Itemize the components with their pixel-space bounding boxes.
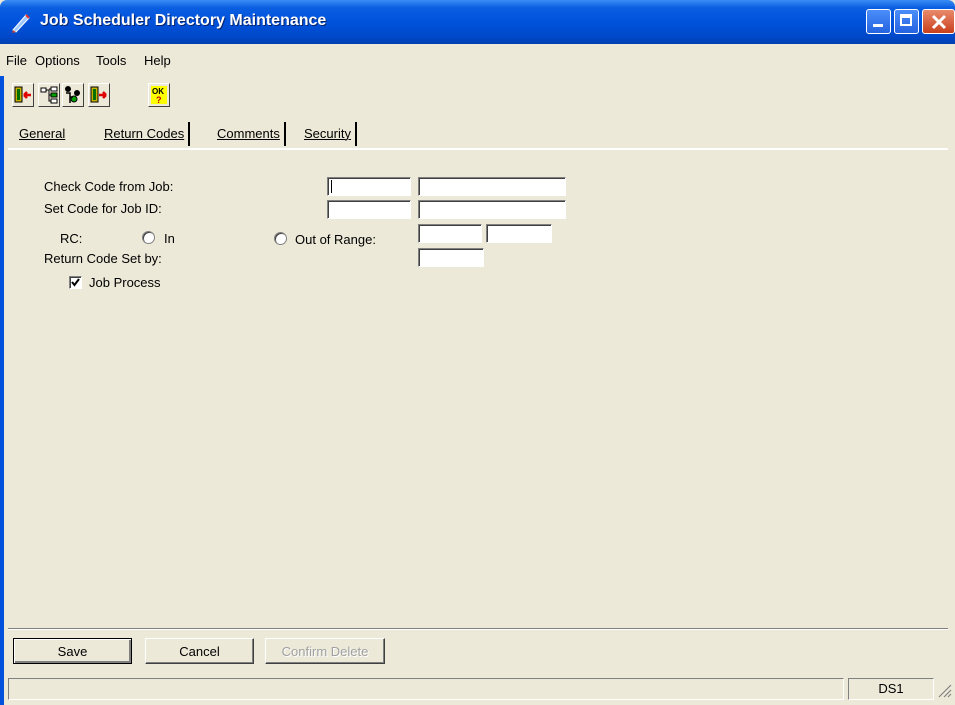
status-message-pane	[8, 678, 844, 700]
save-button[interactable]: Save	[13, 638, 132, 664]
ok-help-icon: OK ?	[151, 86, 167, 105]
tab-security-label: Security	[304, 126, 351, 141]
check-code-job-name-field[interactable]	[418, 177, 566, 196]
menu-bar: File Options Tools Help	[0, 44, 955, 76]
tab-security[interactable]: Security	[304, 122, 357, 146]
tab-strip: General Return Codes Comments Security	[0, 116, 955, 148]
job-process-label[interactable]: Job Process	[89, 275, 161, 290]
status-bar: DS1	[8, 678, 955, 705]
check-code-label: Check Code from Job:	[44, 179, 174, 194]
rc-in-radio[interactable]	[142, 231, 155, 244]
tree-structure-button[interactable]	[38, 83, 60, 107]
menu-tools[interactable]: Tools	[96, 53, 126, 68]
window-title: Job Scheduler Directory Maintenance	[40, 12, 327, 29]
tab-return-codes-label: Return Codes	[104, 126, 185, 141]
next-door-icon	[90, 86, 107, 103]
next-button[interactable]	[88, 83, 110, 107]
check-code-field[interactable]	[327, 177, 411, 196]
return-codes-panel: Check Code from Job: Set Code for Job ID…	[8, 150, 948, 628]
menu-options[interactable]: Options	[35, 53, 80, 68]
rc-out-of-range-radio[interactable]	[274, 232, 287, 245]
exit-door-icon	[14, 86, 31, 103]
set-code-field[interactable]	[327, 200, 411, 219]
close-icon	[931, 14, 947, 30]
cancel-button[interactable]: Cancel	[145, 638, 254, 664]
confirm-delete-button: Confirm Delete	[265, 638, 385, 664]
set-code-label: Set Code for Job ID:	[44, 201, 162, 216]
tab-general-label: General	[19, 126, 66, 141]
tab-comments[interactable]: Comments	[217, 122, 286, 146]
svg-text:?: ?	[156, 95, 162, 105]
tab-comments-label: Comments	[217, 126, 280, 141]
rc-label: RC:	[60, 231, 83, 246]
toolbar: OK ?	[0, 76, 955, 116]
return-code-set-by-field[interactable]	[418, 248, 484, 267]
tab-return-codes[interactable]: Return Codes	[104, 122, 191, 146]
exit-button[interactable]	[12, 83, 34, 107]
rc-out-of-range-label[interactable]: Out of Range:	[295, 232, 376, 247]
menu-help[interactable]: Help	[144, 53, 171, 68]
application-window: Job Scheduler Directory Maintenance File…	[0, 0, 955, 705]
status-database-pane: DS1	[848, 678, 934, 700]
tree-structure-icon	[40, 86, 58, 104]
minimize-button[interactable]	[866, 9, 891, 34]
text-caret	[331, 180, 332, 193]
close-button[interactable]	[922, 9, 955, 34]
maximize-button[interactable]	[894, 9, 919, 34]
title-bar[interactable]: Job Scheduler Directory Maintenance	[0, 0, 955, 44]
rc-range-low-field[interactable]	[418, 224, 482, 243]
rc-range-high-field[interactable]	[486, 224, 552, 243]
set-code-job-id-field[interactable]	[418, 200, 566, 219]
resize-grip-icon[interactable]	[936, 682, 952, 698]
tab-general[interactable]: General	[19, 122, 65, 146]
menu-file[interactable]: File	[6, 53, 27, 68]
app-pencil-icon	[10, 10, 34, 34]
people-tree-button[interactable]	[62, 83, 84, 107]
checkmark-icon	[71, 278, 80, 287]
return-code-set-by-label: Return Code Set by:	[44, 251, 162, 266]
button-area-divider	[8, 628, 948, 630]
job-process-checkbox[interactable]	[69, 276, 82, 289]
ok-help-button[interactable]: OK ?	[148, 83, 170, 107]
rc-in-label[interactable]: In	[164, 231, 175, 246]
people-tree-icon	[65, 86, 80, 103]
